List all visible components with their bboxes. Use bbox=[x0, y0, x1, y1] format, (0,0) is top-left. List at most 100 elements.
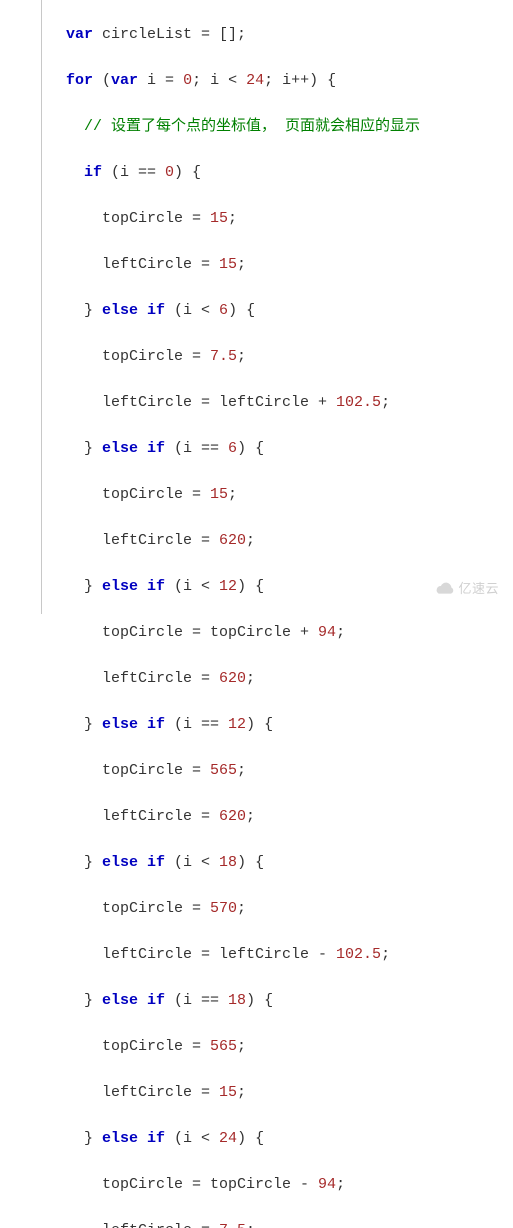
code-text: ; bbox=[381, 946, 390, 963]
code-line: } else if (i == 6) { bbox=[66, 437, 513, 460]
number: 102.5 bbox=[336, 394, 381, 411]
watermark-text: 亿速云 bbox=[458, 577, 499, 600]
keyword: var bbox=[111, 72, 138, 89]
number: 565 bbox=[210, 1038, 237, 1055]
keyword: else if bbox=[102, 440, 165, 457]
code-line: topCircle = topCircle + 94; bbox=[66, 621, 513, 644]
code-text: topCircle = bbox=[102, 348, 210, 365]
code-text: } bbox=[84, 992, 102, 1009]
code-text: } bbox=[84, 302, 102, 319]
keyword: else if bbox=[102, 854, 165, 871]
code-line: leftCircle = 620; bbox=[66, 667, 513, 690]
keyword: if bbox=[84, 164, 102, 181]
number: 24 bbox=[246, 72, 264, 89]
number: 565 bbox=[210, 762, 237, 779]
number: 6 bbox=[219, 302, 228, 319]
code-text: ; bbox=[246, 670, 255, 687]
code-text: ; bbox=[237, 256, 246, 273]
code-text: ; bbox=[336, 624, 345, 641]
code-line: } else if (i == 18) { bbox=[66, 989, 513, 1012]
number: 15 bbox=[210, 486, 228, 503]
code-text: (i == bbox=[102, 164, 165, 181]
cloud-icon bbox=[434, 580, 456, 598]
code-line: leftCircle = 15; bbox=[66, 1081, 513, 1104]
code-text: topCircle = topCircle + bbox=[102, 624, 318, 641]
code-text: ; bbox=[237, 1038, 246, 1055]
number: 18 bbox=[219, 854, 237, 871]
code-line: var circleList = []; bbox=[66, 23, 513, 46]
watermark: 亿速云 bbox=[434, 577, 499, 600]
code-line: } else if (i < 6) { bbox=[66, 299, 513, 322]
code-text: topCircle = bbox=[102, 900, 210, 917]
code-line: leftCircle = 620; bbox=[66, 529, 513, 552]
number: 570 bbox=[210, 900, 237, 917]
code-text: ; bbox=[336, 1176, 345, 1193]
code-text: ) { bbox=[228, 302, 255, 319]
number: 0 bbox=[165, 164, 174, 181]
code-line: } else if (i == 12) { bbox=[66, 713, 513, 736]
code-text: topCircle = bbox=[102, 1038, 210, 1055]
code-text: ) { bbox=[237, 854, 264, 871]
number: 0 bbox=[183, 72, 192, 89]
code-line: topCircle = 570; bbox=[66, 897, 513, 920]
number: 15 bbox=[210, 210, 228, 227]
code-text: (i == bbox=[165, 716, 228, 733]
code-line: leftCircle = 620; bbox=[66, 805, 513, 828]
code-line: for (var i = 0; i < 24; i++) { bbox=[66, 69, 513, 92]
code-text: leftCircle = bbox=[102, 532, 219, 549]
code-text: leftCircle = bbox=[102, 1084, 219, 1101]
number: 620 bbox=[219, 532, 246, 549]
number: 620 bbox=[219, 808, 246, 825]
number: 620 bbox=[219, 670, 246, 687]
code-text: ; bbox=[228, 486, 237, 503]
code-text: ) { bbox=[237, 440, 264, 457]
number: 94 bbox=[318, 624, 336, 641]
code-text: ) { bbox=[237, 1130, 264, 1147]
code-line: } else if (i < 24) { bbox=[66, 1127, 513, 1150]
code-text: (i < bbox=[165, 854, 219, 871]
number: 24 bbox=[219, 1130, 237, 1147]
code-line: leftCircle = leftCircle - 102.5; bbox=[66, 943, 513, 966]
code-line: topCircle = 7.5; bbox=[66, 345, 513, 368]
keyword: var bbox=[66, 26, 93, 43]
code-text: ; i++) { bbox=[264, 72, 336, 89]
code-text: ) { bbox=[246, 992, 273, 1009]
code-line: } else if (i < 18) { bbox=[66, 851, 513, 874]
code-text: } bbox=[84, 716, 102, 733]
code-text: ) { bbox=[246, 716, 273, 733]
comment-line: // 设置了每个点的坐标值， 页面就会相应的显示 bbox=[66, 115, 513, 138]
number: 6 bbox=[228, 440, 237, 457]
code-text: leftCircle = bbox=[102, 1222, 219, 1228]
code-text: ) { bbox=[237, 578, 264, 595]
code-text: leftCircle = bbox=[102, 256, 219, 273]
code-text: (i < bbox=[165, 1130, 219, 1147]
number: 12 bbox=[219, 578, 237, 595]
code-text: i = bbox=[138, 72, 183, 89]
code-text: leftCircle = leftCircle + bbox=[102, 394, 336, 411]
code-text: ; bbox=[246, 1222, 255, 1228]
code-text: ; bbox=[246, 808, 255, 825]
number: 18 bbox=[228, 992, 246, 1009]
code-container: var circleList = []; for (var i = 0; i <… bbox=[0, 0, 513, 1228]
keyword: else if bbox=[102, 992, 165, 1009]
code-text: } bbox=[84, 854, 102, 871]
code-line: topCircle = 15; bbox=[66, 207, 513, 230]
number: 7.5 bbox=[210, 348, 237, 365]
line-gutter bbox=[0, 0, 42, 614]
code-line: leftCircle = leftCircle + 102.5; bbox=[66, 391, 513, 414]
code-text: ; i < bbox=[192, 72, 246, 89]
code-text: (i == bbox=[165, 992, 228, 1009]
keyword: else if bbox=[102, 1130, 165, 1147]
code-block: var circleList = []; for (var i = 0; i <… bbox=[42, 0, 513, 1228]
keyword: else if bbox=[102, 716, 165, 733]
code-line: topCircle = 565; bbox=[66, 1035, 513, 1058]
code-text: leftCircle = bbox=[102, 808, 219, 825]
code-text: ; bbox=[237, 762, 246, 779]
keyword: else if bbox=[102, 302, 165, 319]
number: 15 bbox=[219, 1084, 237, 1101]
code-text: topCircle = topCircle - bbox=[102, 1176, 318, 1193]
number: 12 bbox=[228, 716, 246, 733]
code-text: leftCircle = leftCircle - bbox=[102, 946, 336, 963]
code-line: leftCircle = 15; bbox=[66, 253, 513, 276]
code-text: ; bbox=[381, 394, 390, 411]
